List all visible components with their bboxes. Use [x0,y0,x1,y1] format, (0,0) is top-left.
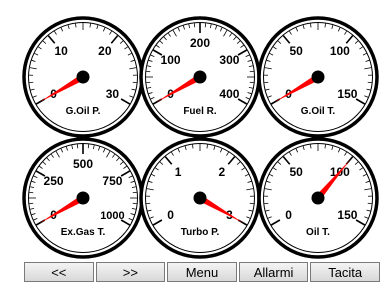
gauge-tick-label: 500 [73,157,93,171]
gauge-label: G.Oil P. [66,106,101,117]
gauge-tick [206,144,208,149]
gauge-tick [192,144,194,149]
gauge-tick [310,23,312,28]
next-button[interactable]: >> [95,262,166,282]
gauge-tick-label: 250 [44,174,64,188]
gauge-hub [76,191,90,205]
gauge-tick-label: 0 [285,208,292,222]
gauge-label: Ex.Gas T. [61,227,106,238]
gauge-tick [324,144,326,149]
gauge: 02505007501000Ex.Gas T. [22,137,144,259]
gauge-tick-label: 20 [98,44,112,58]
gauge-tick-label: 100 [330,44,350,58]
gauge: 0100200300400Fuel R. [139,16,261,138]
gauge-tick-label: 750 [102,174,122,188]
gauge-hub [76,70,90,84]
gauge-tick [89,23,91,28]
gauge-tick-label: 2 [219,165,226,179]
gauge-tick-label: 1 [175,165,182,179]
gauge-hub [193,70,207,84]
gauge-label: G.Oil T. [301,106,336,117]
gauge: 050100150Oil T. [257,137,379,259]
button-bar: << >> Menu Allarmi Tacita [24,262,380,282]
gauge-tick-label: 50 [289,44,303,58]
gauge-tick [324,23,326,28]
gauge-tick-label: 30 [106,87,120,101]
gauge-tick [75,23,77,28]
gauge-tick-label: 400 [219,87,239,101]
gauge-tick-label: 1000 [100,210,124,222]
gauge-panel: 0102030G.Oil P.0100200300400Fuel R.05010… [22,16,379,259]
gauge: 0123Turbo P. [139,137,261,259]
allarmi-button[interactable]: Allarmi [238,262,309,282]
gauge-tick-label: 300 [219,53,239,67]
gauge-hub [311,70,325,84]
tacita-button[interactable]: Tacita [310,262,380,282]
gauge-tick-label: 200 [190,36,210,50]
gauge-tick-label: 150 [337,208,357,222]
gauge-tick-label: 100 [161,53,181,67]
gauge-hub [193,191,207,205]
gauge: 050100150G.Oil T. [257,16,379,138]
gauge: 0102030G.Oil P. [22,16,144,138]
gauge-hub [311,191,325,205]
gauge-label: Oil T. [306,227,330,238]
gauge-tick-label: 10 [54,44,68,58]
gauge-tick [310,144,312,149]
gauge-tick-label: 0 [167,208,174,222]
prev-button[interactable]: << [24,262,94,282]
gauge-label: Fuel R. [183,106,217,117]
menu-button[interactable]: Menu [167,262,237,282]
gauge-tick-label: 50 [289,165,303,179]
gauge-tick-label: 150 [337,87,357,101]
gauge-label: Turbo P. [181,227,220,238]
